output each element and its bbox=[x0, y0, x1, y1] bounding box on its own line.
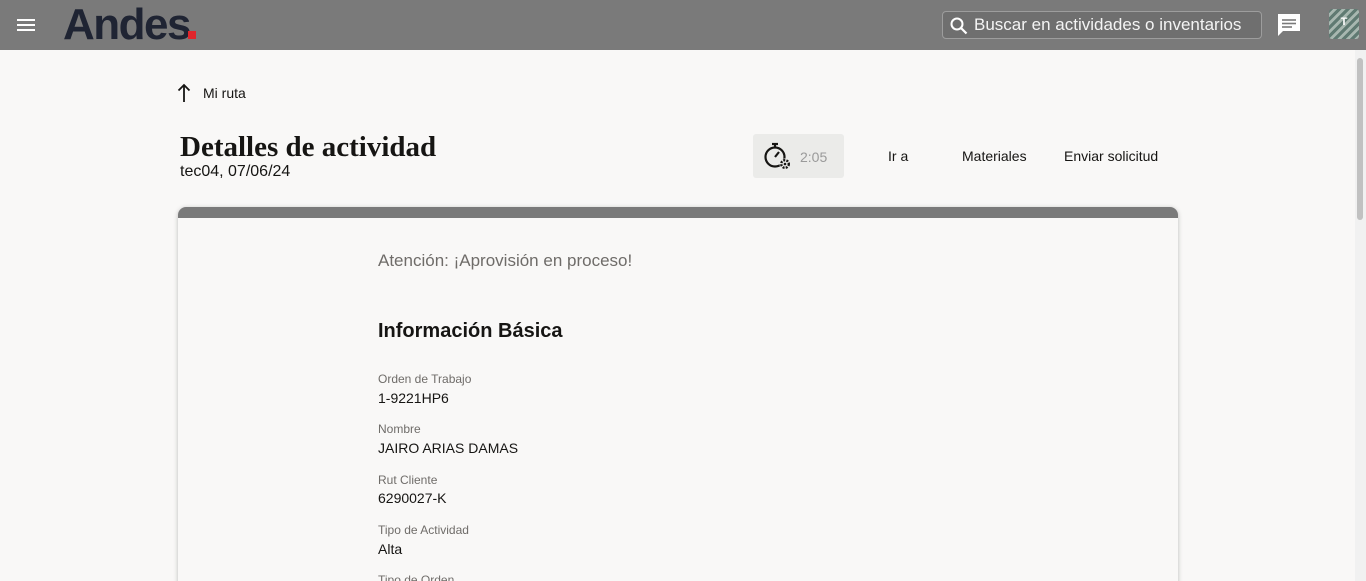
field-label-work-order: Orden de Trabajo bbox=[378, 372, 472, 386]
logo-dot bbox=[187, 31, 196, 39]
field-label-client-rut: Rut Cliente bbox=[378, 473, 438, 487]
timer-button[interactable]: 2:05 bbox=[753, 134, 844, 178]
arrow-up-icon bbox=[177, 83, 191, 102]
field-label-activity-type: Tipo de Actividad bbox=[378, 523, 469, 537]
search-input[interactable] bbox=[974, 15, 1254, 35]
chat-icon[interactable] bbox=[1276, 12, 1302, 38]
field-value-activity-type: Alta bbox=[378, 541, 403, 557]
avatar[interactable]: T bbox=[1329, 9, 1359, 39]
field-value-client-rut: 6290027-K bbox=[378, 490, 447, 506]
logo-text: Andes bbox=[63, 0, 191, 49]
page-title: Detalles de actividad bbox=[180, 131, 437, 163]
timer-value: 2:05 bbox=[800, 149, 828, 165]
stopwatch-gear-icon bbox=[764, 142, 791, 170]
activity-details-card: Atención: ¡Aprovisión en proceso! Inform… bbox=[178, 207, 1178, 581]
logo[interactable]: Andes bbox=[63, 3, 196, 47]
provisioning-alert: Atención: ¡Aprovisión en proceso! bbox=[378, 251, 633, 270]
send-request-button[interactable]: Enviar solicitud bbox=[1064, 148, 1158, 164]
field-label-name: Nombre bbox=[378, 422, 421, 436]
search-box[interactable] bbox=[942, 11, 1262, 39]
materials-button[interactable]: Materiales bbox=[962, 148, 1027, 164]
field-value-work-order: 1-9221HP6 bbox=[378, 390, 449, 406]
field-value-name: JAIRO ARIAS DAMAS bbox=[378, 440, 519, 456]
app-header: Andes T bbox=[0, 0, 1366, 50]
avatar-initial: T bbox=[1340, 16, 1348, 28]
page-subtitle: tec04, 07/06/24 bbox=[180, 163, 291, 180]
card-header-band bbox=[178, 207, 1178, 218]
field-label-order-type: Tipo de Orden bbox=[378, 573, 455, 581]
scrollbar[interactable] bbox=[1355, 50, 1366, 581]
hamburger-menu-icon[interactable] bbox=[14, 13, 38, 37]
goto-button[interactable]: Ir a bbox=[888, 148, 908, 164]
search-icon bbox=[950, 17, 968, 35]
back-link-label: Mi ruta bbox=[203, 85, 246, 101]
basic-info-heading: Información Básica bbox=[378, 320, 563, 342]
scrollbar-thumb[interactable] bbox=[1357, 58, 1363, 220]
